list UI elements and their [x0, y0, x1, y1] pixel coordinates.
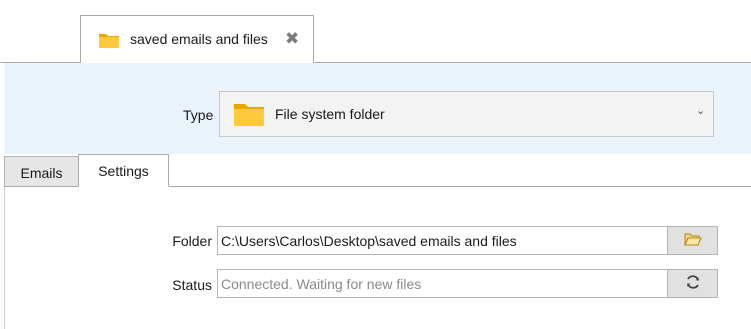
folder-icon [98, 31, 120, 52]
refresh-button[interactable] [667, 269, 718, 298]
folder-path-field[interactable]: C:\Users\Carlos\Desktop\saved emails and… [217, 226, 668, 255]
refresh-icon [685, 274, 701, 293]
type-label: Type [183, 107, 214, 123]
type-dropdown-value: File system folder [275, 106, 385, 122]
document-tab[interactable]: saved emails and files ✖ [80, 15, 314, 63]
open-folder-icon [683, 232, 702, 249]
folder-label: Folder [172, 233, 212, 249]
tab-emails[interactable]: Emails [4, 156, 79, 187]
tab-settings[interactable]: Settings [78, 154, 169, 187]
content-border [4, 187, 5, 329]
folder-icon [233, 101, 265, 130]
status-field: Connected. Waiting for new files [217, 269, 668, 298]
browse-folder-button[interactable] [667, 226, 718, 255]
document-tab-title: saved emails and files [130, 31, 268, 47]
status-label: Status [172, 277, 212, 293]
type-dropdown[interactable]: File system folder ⌄ [219, 91, 714, 137]
close-icon[interactable]: ✖ [285, 29, 299, 49]
chevron-down-icon: ⌄ [696, 105, 706, 117]
